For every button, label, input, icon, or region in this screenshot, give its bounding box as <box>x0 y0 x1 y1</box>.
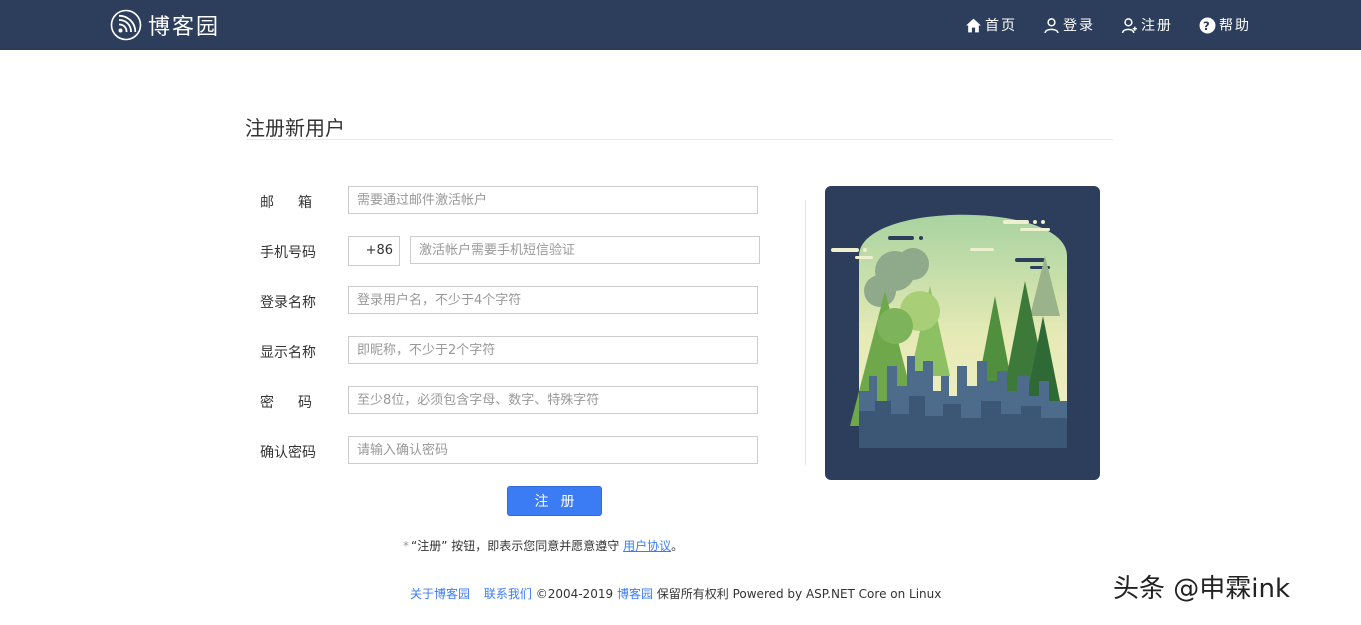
user-add-icon <box>1121 17 1137 33</box>
svg-text:?: ? <box>1203 18 1212 32</box>
nav-register[interactable]: 注册 <box>1121 15 1173 35</box>
site-logo[interactable]: 博客园 <box>110 8 220 42</box>
password-field[interactable] <box>348 386 758 414</box>
footer-site-link[interactable]: 博客园 <box>617 587 653 601</box>
user-agreement-link[interactable]: 用户协议 <box>623 539 671 553</box>
title-divider <box>245 139 1113 140</box>
nav-home[interactable]: 首页 <box>965 15 1017 35</box>
nav-login-label: 登录 <box>1063 18 1095 34</box>
agreement-end: 。 <box>671 539 684 553</box>
confirm-password-field[interactable] <box>348 436 758 464</box>
forest-illustration <box>825 186 1100 480</box>
footer-rights: 保留所有权利 Powered by ASP.NET Core on Linux <box>656 587 942 601</box>
nav-login[interactable]: 登录 <box>1043 15 1095 35</box>
agreement-text: “注册” 按钮，即表示您同意并愿意遵守 <box>411 539 620 553</box>
display-name-label: 显示名称 <box>260 345 316 361</box>
main-nav: 首页 登录 注册 ? 帮助 <box>939 0 1251 50</box>
wifi-broadcast-icon <box>110 9 142 41</box>
form-divider <box>805 200 806 465</box>
required-mark: * <box>403 539 409 553</box>
login-name-field[interactable] <box>348 286 758 314</box>
user-icon <box>1044 17 1059 33</box>
agreement-notice: * “注册” 按钮，即表示您同意并愿意遵守 用户协议。 <box>403 537 683 554</box>
phone-label: 手机号码 <box>260 245 316 261</box>
email-field[interactable] <box>348 186 758 214</box>
nav-help-label: 帮助 <box>1219 18 1251 34</box>
help-icon: ? <box>1199 17 1216 33</box>
confirm-password-label: 确认密码 <box>260 445 316 461</box>
country-code-select[interactable]: +86 <box>348 236 400 266</box>
footer: 关于博客园 联系我们 ©2004-2019 博客园 保留所有权利 Powered… <box>410 585 941 602</box>
display-name-field[interactable] <box>348 336 758 364</box>
email-label: 邮箱 <box>260 195 336 211</box>
footer-copyright: ©2004-2019 <box>535 587 614 601</box>
register-button[interactable]: 注册 <box>507 486 602 516</box>
nav-home-label: 首页 <box>985 18 1017 34</box>
watermark: 头条 @申霖ink <box>1113 574 1291 604</box>
password-label: 密码 <box>260 395 336 411</box>
nav-help[interactable]: ? 帮助 <box>1199 15 1251 35</box>
nav-register-label: 注册 <box>1141 18 1173 34</box>
home-icon <box>966 18 981 32</box>
top-navbar: 博客园 首页 登录 注册 ? 帮助 <box>0 0 1361 50</box>
footer-contact-link[interactable]: 联系我们 <box>484 587 532 601</box>
site-name: 博客园 <box>148 15 221 40</box>
login-name-label: 登录名称 <box>260 295 316 311</box>
phone-field[interactable] <box>410 236 760 264</box>
page-title: 注册新用户 <box>245 116 345 140</box>
footer-about-link[interactable]: 关于博客园 <box>410 587 470 601</box>
